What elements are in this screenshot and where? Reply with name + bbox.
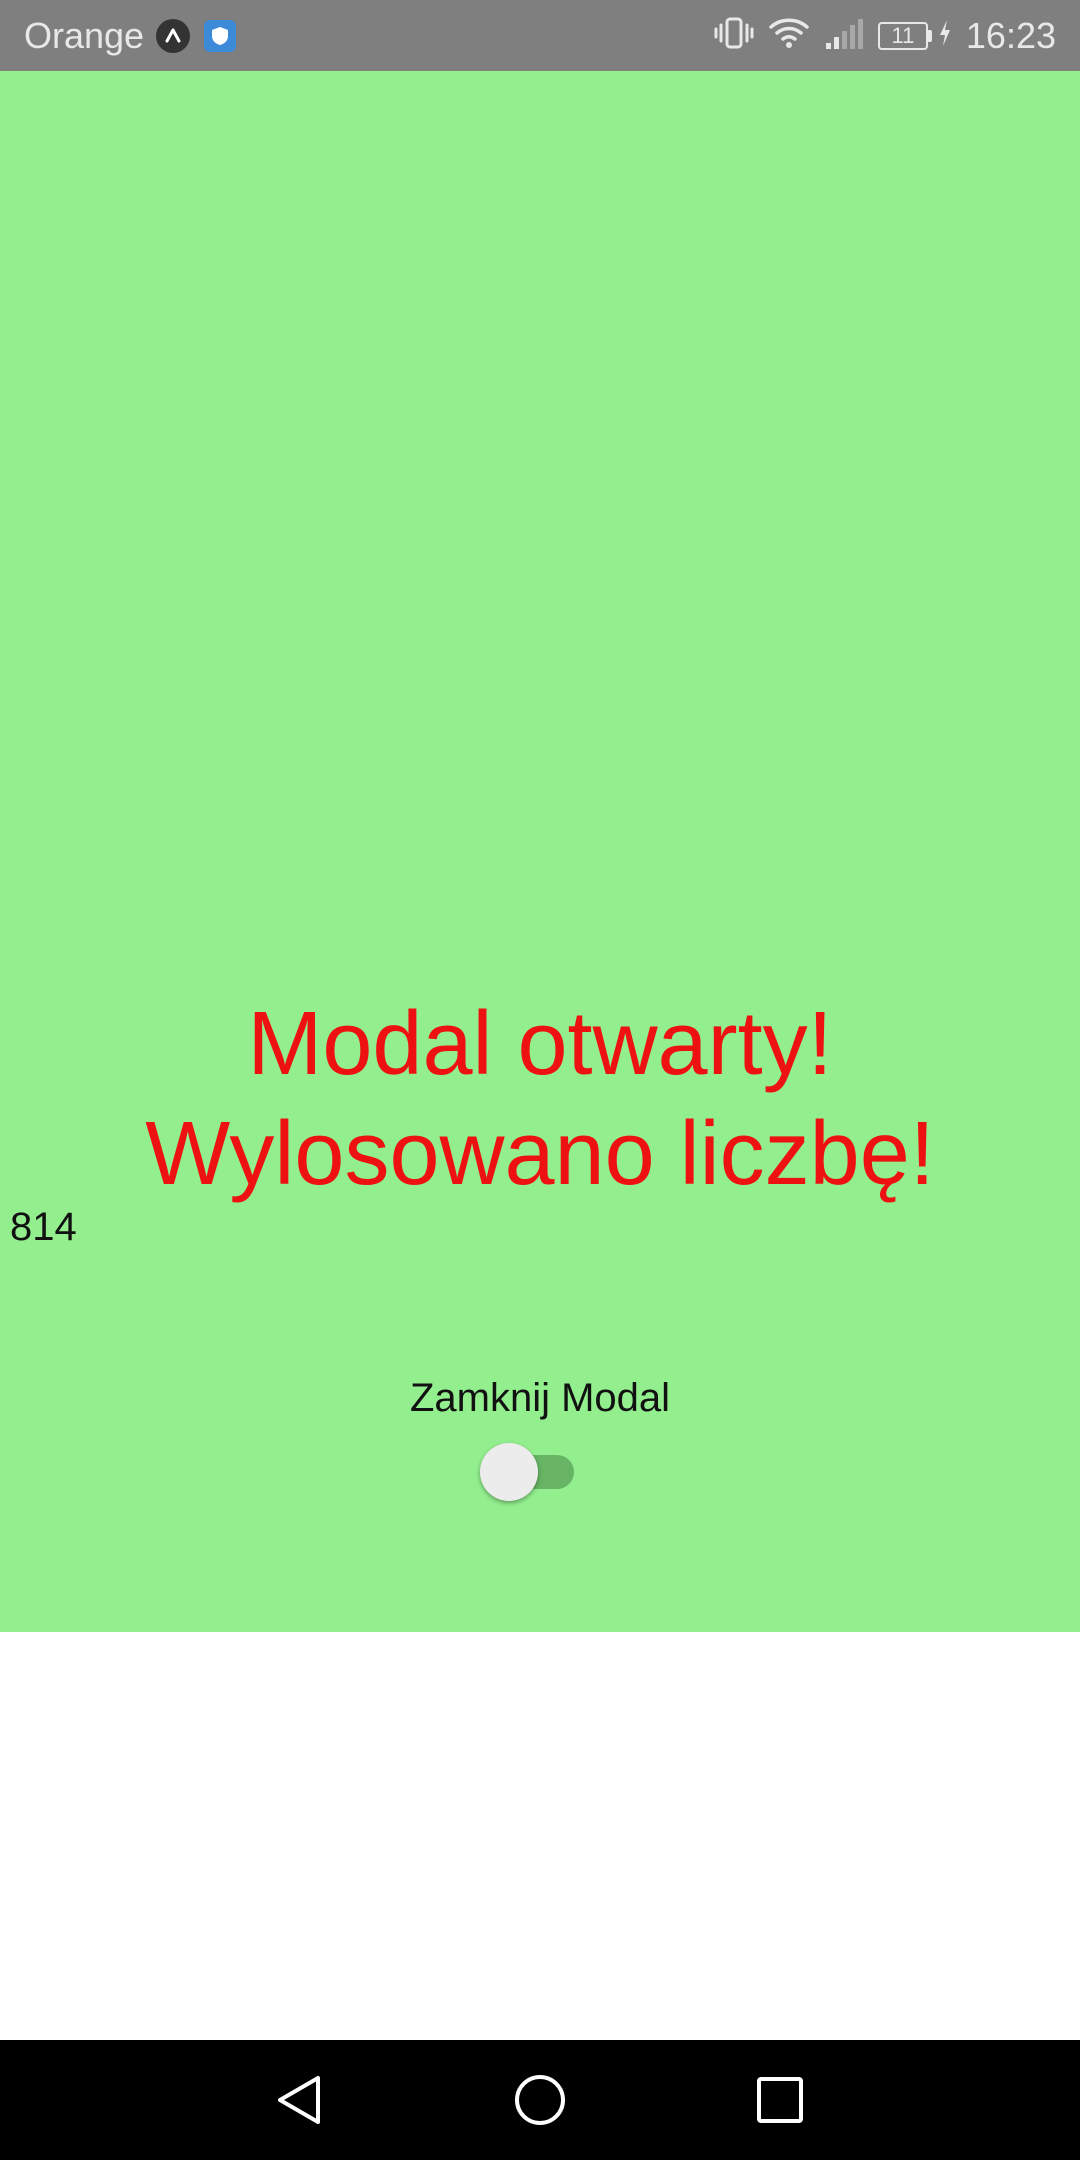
recents-button[interactable]	[750, 2070, 810, 2130]
random-number: 814	[10, 1205, 77, 1249]
close-modal-label: Zamknij Modal	[409, 1376, 671, 1420]
status-right: 11 16:23	[714, 15, 1056, 57]
recents-icon	[757, 2077, 803, 2123]
navigation-bar	[0, 2040, 1080, 2160]
carrier-name: Orange	[24, 14, 145, 56]
modal-title-line-2: Wylosowano liczbę!	[145, 1104, 935, 1204]
back-icon	[278, 2076, 320, 2124]
status-bar: Orange 11 16:23	[0, 0, 1080, 71]
battery-tip	[927, 29, 932, 42]
close-modal-switch[interactable]	[480, 1443, 576, 1501]
modal: Modal otwarty! Wylosowano liczbę! 814 Za…	[0, 71, 1080, 1632]
modal-title: Modal otwarty! Wylosowano liczbę!	[0, 989, 1080, 1209]
back-button[interactable]	[270, 2070, 330, 2130]
shield-icon	[204, 19, 237, 52]
home-button[interactable]	[510, 2070, 570, 2130]
switch-thumb	[480, 1443, 538, 1501]
battery-icon: 11	[877, 21, 932, 50]
vibrate-icon	[714, 15, 754, 56]
app-notification-icon	[156, 18, 191, 53]
wifi-icon	[768, 15, 810, 56]
clock: 16:23	[965, 14, 1056, 56]
signal-icon	[824, 15, 864, 56]
charging-icon	[938, 19, 952, 52]
home-icon	[515, 2075, 565, 2125]
modal-title-line-1: Modal otwarty!	[247, 994, 833, 1094]
battery-level: 11	[877, 21, 928, 50]
status-left: Orange	[24, 14, 237, 57]
